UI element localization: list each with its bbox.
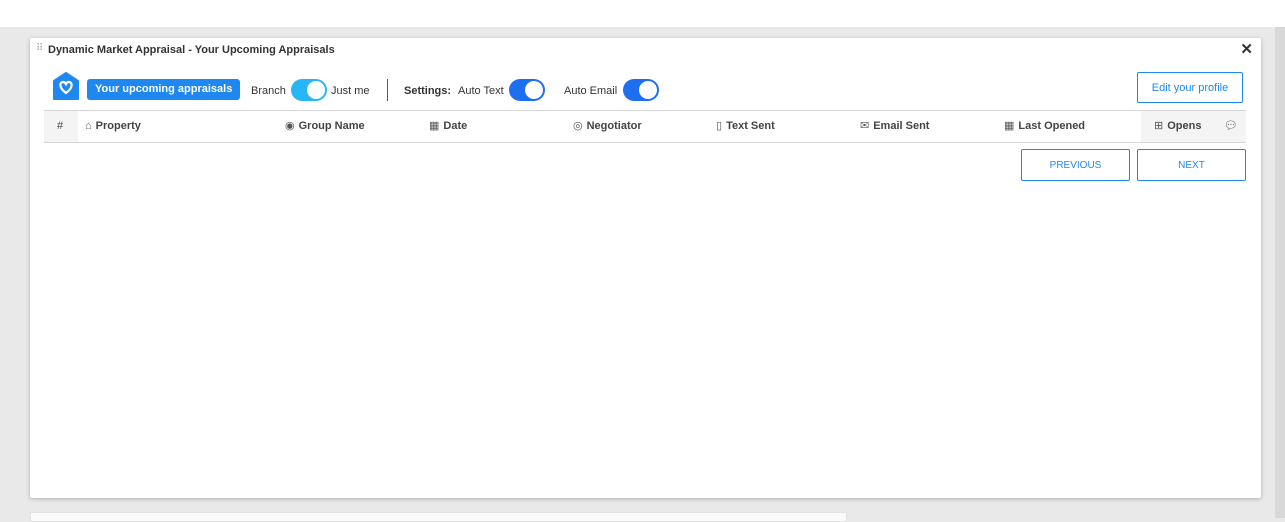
mobile-icon: ▯	[716, 120, 723, 132]
auto-text-toggle[interactable]	[509, 79, 545, 101]
column-group-name[interactable]: ◉ Group Name	[285, 111, 365, 142]
auto-text-label: Auto Text	[458, 85, 504, 97]
branch-just-me-toggle[interactable]	[291, 79, 327, 101]
next-button[interactable]: NEXT	[1137, 149, 1246, 181]
column-property[interactable]: ⌂ Property	[85, 111, 141, 142]
auto-email-toggle[interactable]	[623, 79, 659, 101]
close-icon[interactable]: ✕	[1240, 40, 1253, 58]
column-date[interactable]: ▦ Date	[429, 111, 467, 142]
drag-handle-icon[interactable]: ⠿	[36, 43, 43, 54]
previous-button[interactable]: PREVIOUS	[1021, 149, 1130, 181]
home-icon: ⌂	[85, 120, 92, 132]
toggle-knob	[307, 81, 325, 99]
home-heart-icon	[53, 72, 79, 100]
toggle-knob	[639, 81, 657, 99]
column-label: #	[57, 120, 64, 132]
edit-profile-button[interactable]: Edit your profile	[1137, 72, 1243, 103]
user-icon: ◎	[573, 120, 583, 132]
column-email-sent[interactable]: ✉ Email Sent	[860, 111, 929, 142]
column-label: Opens	[1167, 120, 1202, 132]
just-me-label: Just me	[331, 85, 370, 97]
background-card	[30, 512, 847, 522]
calendar-icon: ▦	[429, 120, 440, 132]
column-label: Negotiator	[586, 120, 642, 132]
auto-email-label: Auto Email	[564, 85, 618, 97]
upcoming-appraisals-button[interactable]: Your upcoming appraisals	[87, 79, 241, 100]
envelope-icon: ✉	[860, 120, 870, 132]
settings-label: Settings:	[404, 85, 452, 97]
column-label: Property	[95, 120, 141, 132]
user-circle-icon: ◉	[285, 120, 295, 132]
column-label: Text Sent	[726, 120, 775, 132]
column-label: Email Sent	[873, 120, 930, 132]
toggle-knob	[525, 81, 543, 99]
comment-icon: 💬︎	[1224, 120, 1238, 132]
branch-label: Branch	[251, 85, 286, 97]
calendar-icon: ▦	[1004, 120, 1015, 132]
grid-icon: ⊞	[1154, 120, 1164, 132]
column-label: Last Opened	[1018, 120, 1086, 132]
column-number[interactable]: #	[57, 111, 63, 142]
column-label: Group Name	[298, 120, 365, 132]
column-comments[interactable]: 💬︎	[1224, 111, 1242, 142]
panel-title: Dynamic Market Appraisal - Your Upcoming…	[48, 44, 335, 56]
appraisals-panel: ⠿ Dynamic Market Appraisal - Your Upcomi…	[30, 38, 1261, 498]
appraisals-table-header: # ⌂ Property ◉ Group Name ▦ Date ◎ Negotiato…	[44, 110, 1246, 143]
column-text-sent[interactable]: ▯ Text Sent	[716, 111, 775, 142]
app-top-bar	[0, 0, 1285, 27]
column-negotiator[interactable]: ◎ Negotiator	[573, 111, 642, 142]
column-opens[interactable]: ⊞ Opens	[1154, 111, 1201, 142]
column-last-opened[interactable]: ▦ Last Opened	[1004, 111, 1085, 142]
column-label: Date	[443, 120, 468, 132]
toolbar-divider	[387, 79, 388, 101]
page-scrollbar[interactable]	[1275, 27, 1285, 518]
